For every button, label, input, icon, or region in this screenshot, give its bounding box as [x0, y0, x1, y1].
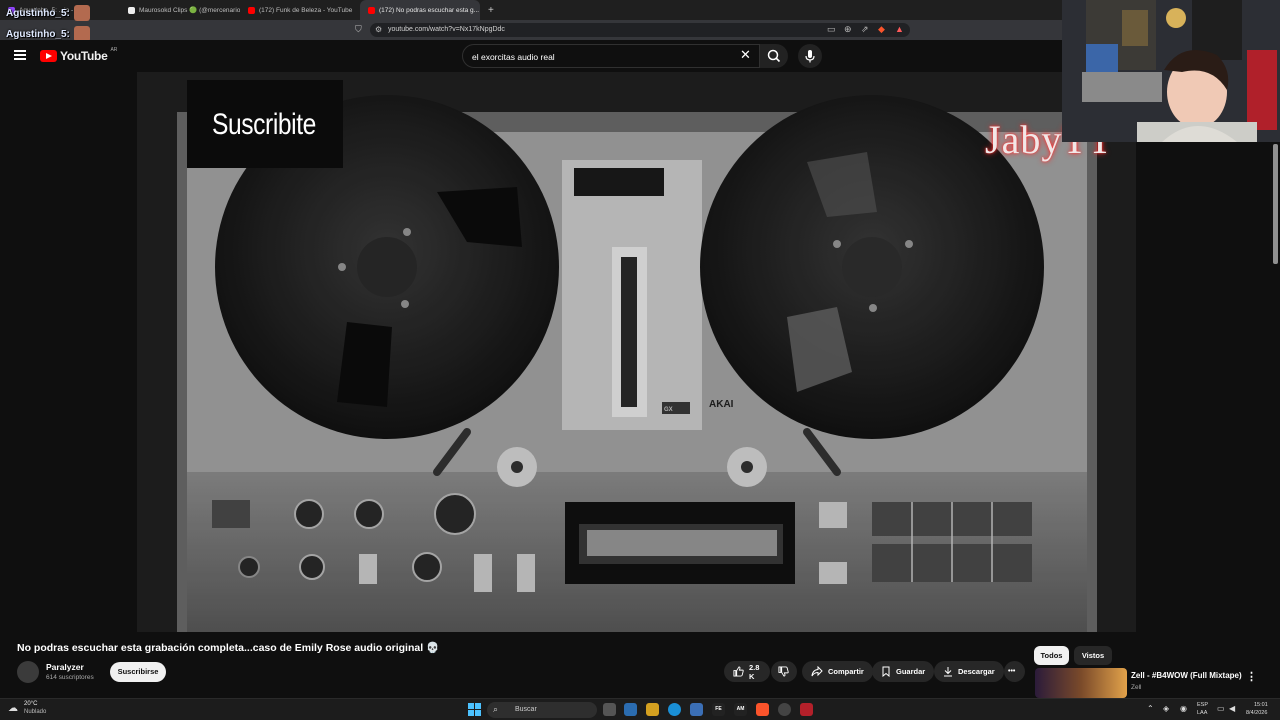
- share-button[interactable]: Compartir: [802, 661, 873, 682]
- browser-tab[interactable]: Maurosokd Clips 🟢 (@mercenario...: [120, 0, 240, 20]
- chip-vistos[interactable]: Vistos: [1074, 646, 1112, 665]
- microphone-icon: [805, 50, 815, 63]
- store-icon[interactable]: [690, 703, 703, 716]
- widgets-icon[interactable]: [624, 703, 637, 716]
- keyboard-language[interactable]: ESP: [1197, 702, 1208, 708]
- search-value: el exorcitas audio real: [472, 52, 555, 62]
- dislike-button[interactable]: [771, 661, 797, 682]
- save-button[interactable]: Guardar: [872, 661, 935, 682]
- overlay-name-text: Agustinho_5:: [6, 7, 70, 19]
- file-explorer-icon[interactable]: [646, 703, 659, 716]
- tab-label: (172) No podras escuchar esta g...: [379, 6, 480, 14]
- subscribe-button[interactable]: Suscribirse: [110, 662, 166, 682]
- subscribe-overlay-text: Suscribite: [212, 108, 316, 141]
- video-title: No podras escuchar esta grabación comple…: [17, 642, 440, 654]
- taskbar-search[interactable]: ⌕ Buscar: [487, 702, 597, 718]
- share-icon[interactable]: ⇗: [861, 24, 869, 35]
- chip-todos[interactable]: Todos: [1034, 646, 1069, 665]
- windows-start-icon[interactable]: [468, 703, 481, 716]
- more-icon: •••: [1008, 668, 1016, 675]
- download-label: Descargar: [958, 667, 995, 676]
- recommendation-channel[interactable]: Zell: [1131, 684, 1141, 691]
- edge-icon[interactable]: [668, 703, 681, 716]
- weather-temperature[interactable]: 20°C: [24, 701, 37, 707]
- weather-description[interactable]: Nublado: [24, 709, 46, 715]
- thumbs-down-icon: [778, 666, 789, 677]
- volume-icon[interactable]: ◀: [1229, 704, 1235, 713]
- brave-shield-icon[interactable]: ◆: [878, 24, 885, 35]
- new-tab-button[interactable]: +: [488, 5, 494, 16]
- youtube-play-icon: [40, 50, 57, 62]
- fe-app-icon[interactable]: FE: [712, 703, 725, 716]
- clear-search-icon[interactable]: ✕: [740, 48, 751, 62]
- obs-icon[interactable]: [800, 703, 813, 716]
- youtube-favicon-icon: [248, 6, 255, 14]
- browser-tab-bar: Agustinho_5: ...io - Fu Maurosokd Clips …: [0, 0, 1062, 20]
- am-app-icon[interactable]: AM: [734, 703, 747, 716]
- browser-tab[interactable]: (172) Funk de Beleza - YouTube: [240, 0, 360, 20]
- search-icon: ⌕: [493, 704, 499, 714]
- logo-text: YouTube: [60, 49, 108, 63]
- weather-cloud-icon[interactable]: ☁: [8, 703, 18, 714]
- search-input[interactable]: el exorcitas audio real: [462, 44, 760, 68]
- more-actions-button[interactable]: •••: [1004, 661, 1025, 682]
- page-scrollbar[interactable]: [1273, 144, 1278, 264]
- overlay-name-text: Agustinho_5:: [6, 28, 70, 40]
- keyboard-layout[interactable]: LAA: [1197, 710, 1207, 716]
- clock-time[interactable]: 15:01: [1254, 702, 1268, 708]
- network-icon[interactable]: ▭: [1217, 704, 1225, 713]
- country-code: AR: [110, 47, 118, 53]
- share-arrow-icon: [811, 666, 823, 677]
- tab-label: Maurosokd Clips 🟢 (@mercenario...: [139, 7, 240, 14]
- tiktok-favicon-icon: [128, 6, 135, 14]
- youtube-header: YouTube AR el exorcitas audio real ✕: [0, 40, 1062, 72]
- windows-taskbar: ☁ 20°C Nublado ⌕ Buscar FE AM ⌃ ◈ ◉ ESP …: [0, 698, 1280, 720]
- recommendation-menu-icon[interactable]: ⋮: [1246, 670, 1257, 683]
- tray-shield-icon[interactable]: ◉: [1180, 704, 1187, 713]
- overlay-avatar: [73, 5, 90, 21]
- rewards-icon[interactable]: ▲: [895, 24, 904, 34]
- download-icon: [944, 667, 952, 677]
- bookmark-icon[interactable]: ⛉: [355, 24, 362, 35]
- like-button[interactable]: 2.8 K: [724, 661, 770, 682]
- recommendation-thumbnail[interactable]: [1035, 668, 1127, 698]
- recommendation-title[interactable]: Zell - #B4WOW (Full Mixtape): [1131, 671, 1242, 680]
- brave-browser-icon[interactable]: [756, 703, 769, 716]
- taskbar-search-label: Buscar: [515, 706, 537, 713]
- browser-address-bar: ⛉ ⚙ youtube.com/watch?v=Nx17kNpgDdc ▭ ⊕ …: [0, 20, 1062, 40]
- subscriber-count: 614 suscriptores: [46, 674, 94, 681]
- clock-date[interactable]: 8/4/2026: [1246, 710, 1267, 716]
- site-info-icon[interactable]: ⚙: [375, 25, 382, 34]
- streamer-webcam: [1062, 0, 1280, 142]
- save-label: Guardar: [896, 667, 926, 676]
- hamburger-menu-icon[interactable]: [14, 50, 26, 60]
- thumbs-up-icon: [733, 666, 744, 677]
- channel-name[interactable]: Paralyzer: [46, 662, 84, 672]
- search-icon: [767, 49, 781, 63]
- browser-tab-active[interactable]: (172) No podras escuchar esta g...✕: [360, 0, 480, 20]
- share-label: Compartir: [828, 667, 864, 676]
- youtube-logo[interactable]: YouTube AR: [40, 47, 118, 63]
- secondary-column: [1136, 142, 1280, 634]
- like-count: 2.8 K: [749, 662, 760, 681]
- channel-avatar[interactable]: [17, 661, 39, 683]
- download-button[interactable]: Descargar: [934, 661, 1004, 682]
- voice-search-button[interactable]: [798, 44, 822, 68]
- webcam-image: [1062, 0, 1280, 142]
- bookmark-save-icon: [882, 666, 890, 677]
- video-player[interactable]: AKAI GX Suscribite JabyTT: [137, 72, 1136, 632]
- search-button[interactable]: [760, 44, 788, 68]
- zoom-icon[interactable]: ⊕: [844, 24, 852, 35]
- task-view-icon[interactable]: [603, 703, 616, 716]
- stream-overlay-name: Agustinho_5:: [6, 5, 90, 21]
- cast-icon[interactable]: ▭: [827, 24, 836, 35]
- youtube-favicon-icon: [368, 6, 375, 14]
- url-text: youtube.com/watch?v=Nx17kNpgDdc: [388, 26, 505, 33]
- chrome-icon[interactable]: [778, 703, 791, 716]
- tab-label: (172) Funk de Beleza - YouTube: [259, 6, 353, 14]
- tray-chevron-icon[interactable]: ⌃: [1147, 704, 1154, 713]
- tray-app-icon[interactable]: ◈: [1163, 704, 1169, 713]
